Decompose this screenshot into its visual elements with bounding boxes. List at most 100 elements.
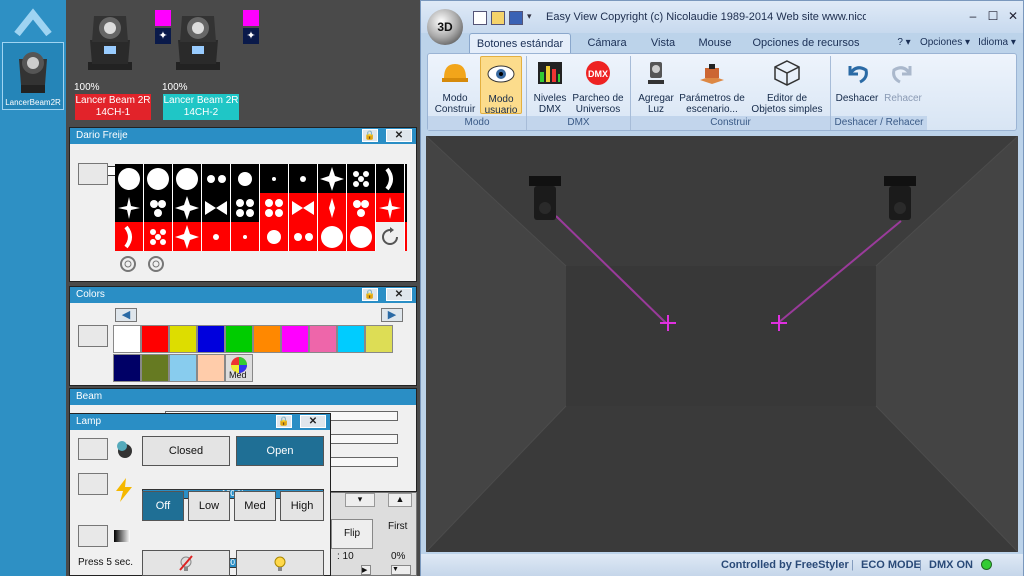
gobo-cell[interactable] — [376, 164, 405, 193]
color-swatch[interactable] — [337, 325, 365, 353]
gobo-cell[interactable] — [173, 193, 202, 222]
gobo-open-button[interactable] — [78, 163, 108, 185]
gobo-cell[interactable] — [115, 222, 144, 251]
color-swatch[interactable] — [197, 354, 225, 382]
gobo-panel-titlebar[interactable]: Dario Freije 🔒 ✕ — [70, 128, 416, 144]
maximize-icon[interactable]: ☐ — [985, 9, 1001, 23]
gobo-cell[interactable] — [144, 222, 173, 251]
scroll-up-button[interactable]: ▲ — [388, 493, 412, 507]
shutter-open-button[interactable]: Open — [236, 436, 324, 466]
gobo-cell[interactable] — [115, 164, 144, 193]
tab-camara[interactable]: Cámara — [577, 33, 637, 53]
gobo-rotate-cell[interactable] — [376, 222, 405, 251]
beam-panel-titlebar[interactable]: Beam — [70, 389, 416, 405]
gobo-cell[interactable] — [289, 222, 318, 251]
color-swatch[interactable] — [281, 325, 309, 353]
close-window-icon[interactable]: ✕ — [1005, 9, 1021, 23]
gobo-cell[interactable] — [144, 193, 173, 222]
scroll-down-button[interactable]: ▼ — [391, 565, 411, 575]
step-button[interactable]: ▶ — [361, 565, 371, 575]
help-menu[interactable]: ? ▾ — [893, 33, 915, 53]
color-swatch[interactable] — [169, 354, 197, 382]
colors-panel-titlebar[interactable]: Colors 🔒 ✕ — [70, 287, 416, 303]
lock-icon[interactable]: 🔒 — [362, 288, 378, 301]
rotate-right-icon[interactable] — [146, 254, 166, 274]
gobo-cell[interactable] — [260, 164, 289, 193]
flip-button[interactable]: Flip — [331, 519, 373, 549]
3d-stage-viewport[interactable] — [426, 136, 1018, 552]
gobo-cell[interactable] — [318, 193, 347, 222]
color-swatch[interactable] — [253, 325, 281, 353]
color-swatch[interactable] — [365, 325, 393, 353]
color-swatch[interactable] — [113, 325, 141, 353]
lamp-off-reset-button[interactable] — [142, 550, 230, 576]
editor-objetos-button[interactable]: Editor de Objetos simples — [746, 56, 828, 115]
gobo-cell[interactable] — [144, 164, 173, 193]
color-swatch[interactable] — [141, 354, 169, 382]
lamp-low-button[interactable]: Low — [188, 491, 230, 521]
shutter-closed-button[interactable]: Closed — [142, 436, 230, 466]
minimize-icon[interactable]: – — [965, 9, 981, 23]
gobo-cell[interactable] — [289, 164, 318, 193]
color-swatch[interactable] — [169, 325, 197, 353]
fixture-tile-2[interactable] — [166, 6, 230, 73]
gobo-cell[interactable] — [202, 222, 231, 251]
close-icon[interactable]: ✕ — [300, 415, 326, 428]
lamp-off-button[interactable]: Off — [142, 491, 184, 521]
quick-access-dropdown-icon[interactable]: ▾ — [527, 11, 532, 22]
close-icon[interactable]: ✕ — [386, 288, 412, 301]
tab-mouse[interactable]: Mouse — [689, 33, 741, 53]
niveles-dmx-button[interactable]: Niveles DMX — [530, 56, 570, 115]
gobo-cell[interactable] — [260, 222, 289, 251]
language-menu[interactable]: Idioma ▾ — [975, 33, 1019, 53]
color-swatch[interactable] — [309, 325, 337, 353]
lamp-high-button[interactable]: High — [280, 491, 324, 521]
lamp-dimmer-open-button[interactable] — [78, 525, 108, 547]
fixture-select-toggle-2[interactable] — [243, 10, 259, 26]
color-swatch[interactable] — [225, 325, 253, 353]
gobo-cell[interactable] — [173, 164, 202, 193]
gobo-cell[interactable] — [347, 164, 376, 193]
lamp-on-reset-button[interactable] — [236, 550, 324, 576]
app-logo[interactable]: 3D — [427, 9, 463, 45]
deshacer-button[interactable]: Deshacer — [834, 56, 880, 114]
gobo-cell[interactable] — [202, 193, 231, 222]
gobo-cell[interactable] — [318, 222, 347, 251]
new-file-icon[interactable] — [473, 11, 487, 25]
rotate-left-icon[interactable] — [118, 254, 138, 274]
options-menu[interactable]: Opciones ▾ — [915, 33, 975, 53]
fixture-label-2[interactable]: Lancer Beam 2R 14CH-2 — [163, 94, 239, 120]
lock-icon[interactable]: 🔒 — [362, 129, 378, 142]
rehacer-button[interactable]: Rehacer — [880, 56, 926, 114]
fixture-star-icon-2[interactable]: ✦ — [243, 28, 259, 44]
modo-construir-button[interactable]: Modo Construir — [432, 56, 478, 115]
color-swatch[interactable] — [113, 354, 141, 382]
modo-usuario-button[interactable]: Modo usuario — [480, 56, 522, 116]
gobo-cell[interactable] — [115, 193, 144, 222]
gobo-cell[interactable] — [202, 164, 231, 193]
gobo-cell[interactable] — [347, 222, 376, 251]
color-swatch[interactable] — [197, 325, 225, 353]
close-icon[interactable]: ✕ — [386, 129, 412, 142]
parcheo-universos-button[interactable]: DMX Parcheo de Universos — [570, 56, 626, 115]
lamp-power-open-button[interactable] — [78, 473, 108, 495]
gobo-cell[interactable] — [289, 193, 318, 222]
lamp-panel-titlebar[interactable]: Lamp 🔒 ✕ — [70, 414, 330, 430]
lock-icon[interactable]: 🔒 — [276, 415, 292, 428]
agregar-luz-button[interactable]: Agregar Luz — [634, 56, 678, 115]
save-icon[interactable] — [509, 11, 523, 25]
tab-botones-estandar[interactable]: Botones estándar — [469, 33, 571, 53]
color-next-button[interactable]: ▶ — [381, 308, 403, 322]
beam-dropdown[interactable]: ▾ — [345, 493, 375, 507]
gobo-cell[interactable] — [376, 193, 405, 222]
color-swatch[interactable] — [141, 325, 169, 353]
open-folder-icon[interactable] — [491, 11, 505, 25]
tab-opciones-recursos[interactable]: Opciones de recursos — [747, 33, 865, 53]
color-wheel-button[interactable]: Med — [225, 354, 253, 382]
lamp-shutter-open-button[interactable] — [78, 438, 108, 460]
lamp-med-button[interactable]: Med — [234, 491, 276, 521]
gobo-cell[interactable] — [347, 193, 376, 222]
gobo-cell[interactable] — [231, 193, 260, 222]
gobo-cell[interactable] — [173, 222, 202, 251]
fixture-tile-1[interactable] — [78, 6, 142, 73]
